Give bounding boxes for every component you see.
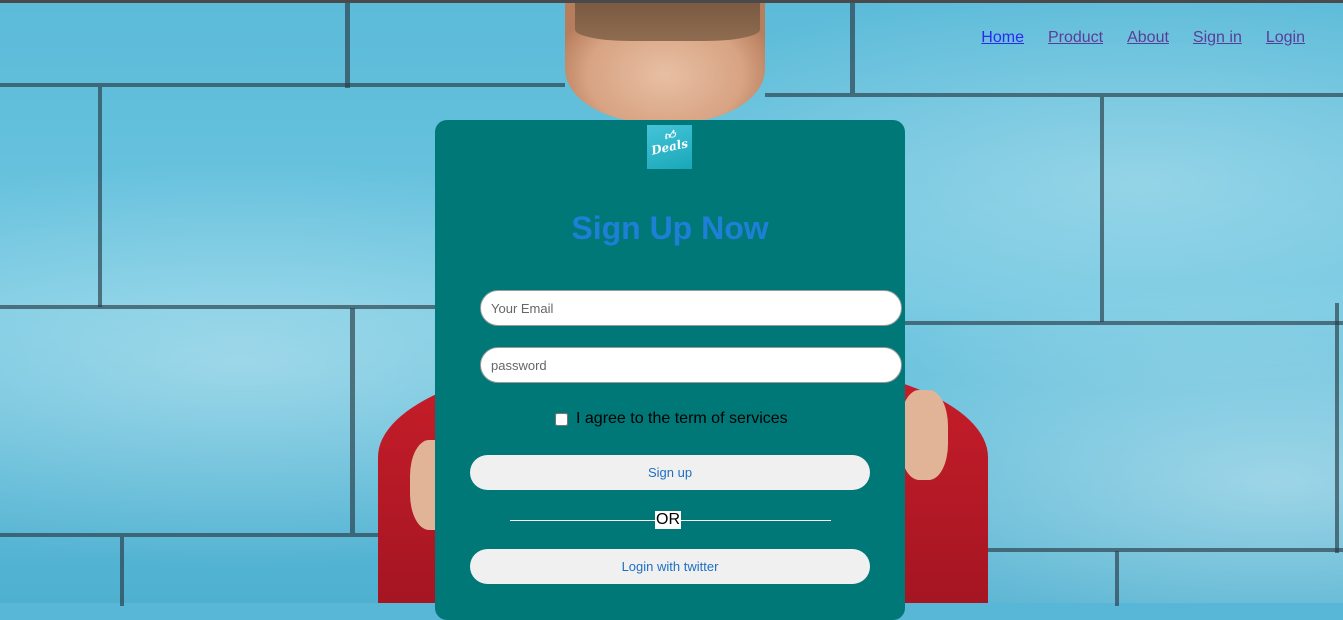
twitter-login-button[interactable]: Login with twitter — [470, 549, 870, 584]
person-fist-right — [900, 390, 948, 480]
nav-home-link[interactable]: Home — [981, 28, 1024, 48]
page-title: Sign Up Now — [571, 210, 769, 246]
terms-label: I agree to the term of services — [576, 410, 788, 427]
person-hair — [575, 3, 760, 41]
nav-signin-link[interactable]: Sign in — [1193, 28, 1242, 48]
signup-button[interactable]: Sign up — [470, 455, 870, 490]
or-divider-text: OR — [655, 511, 681, 529]
password-field[interactable] — [480, 347, 902, 383]
deals-logo: 👍︎ Deals — [647, 125, 692, 169]
terms-checkbox[interactable] — [555, 412, 568, 426]
email-field[interactable] — [480, 290, 902, 326]
nav-login-link[interactable]: Login — [1266, 28, 1305, 48]
nav-about-link[interactable]: About — [1127, 28, 1169, 48]
terms-agreement: I agree to the term of services — [555, 410, 788, 428]
logo-text: Deals — [649, 136, 690, 158]
top-nav: Home Product About Sign in Login — [957, 28, 1305, 48]
signup-card: 👍︎ Deals Sign Up Now I agree to the term… — [435, 120, 905, 620]
nav-product-link[interactable]: Product — [1048, 28, 1103, 48]
